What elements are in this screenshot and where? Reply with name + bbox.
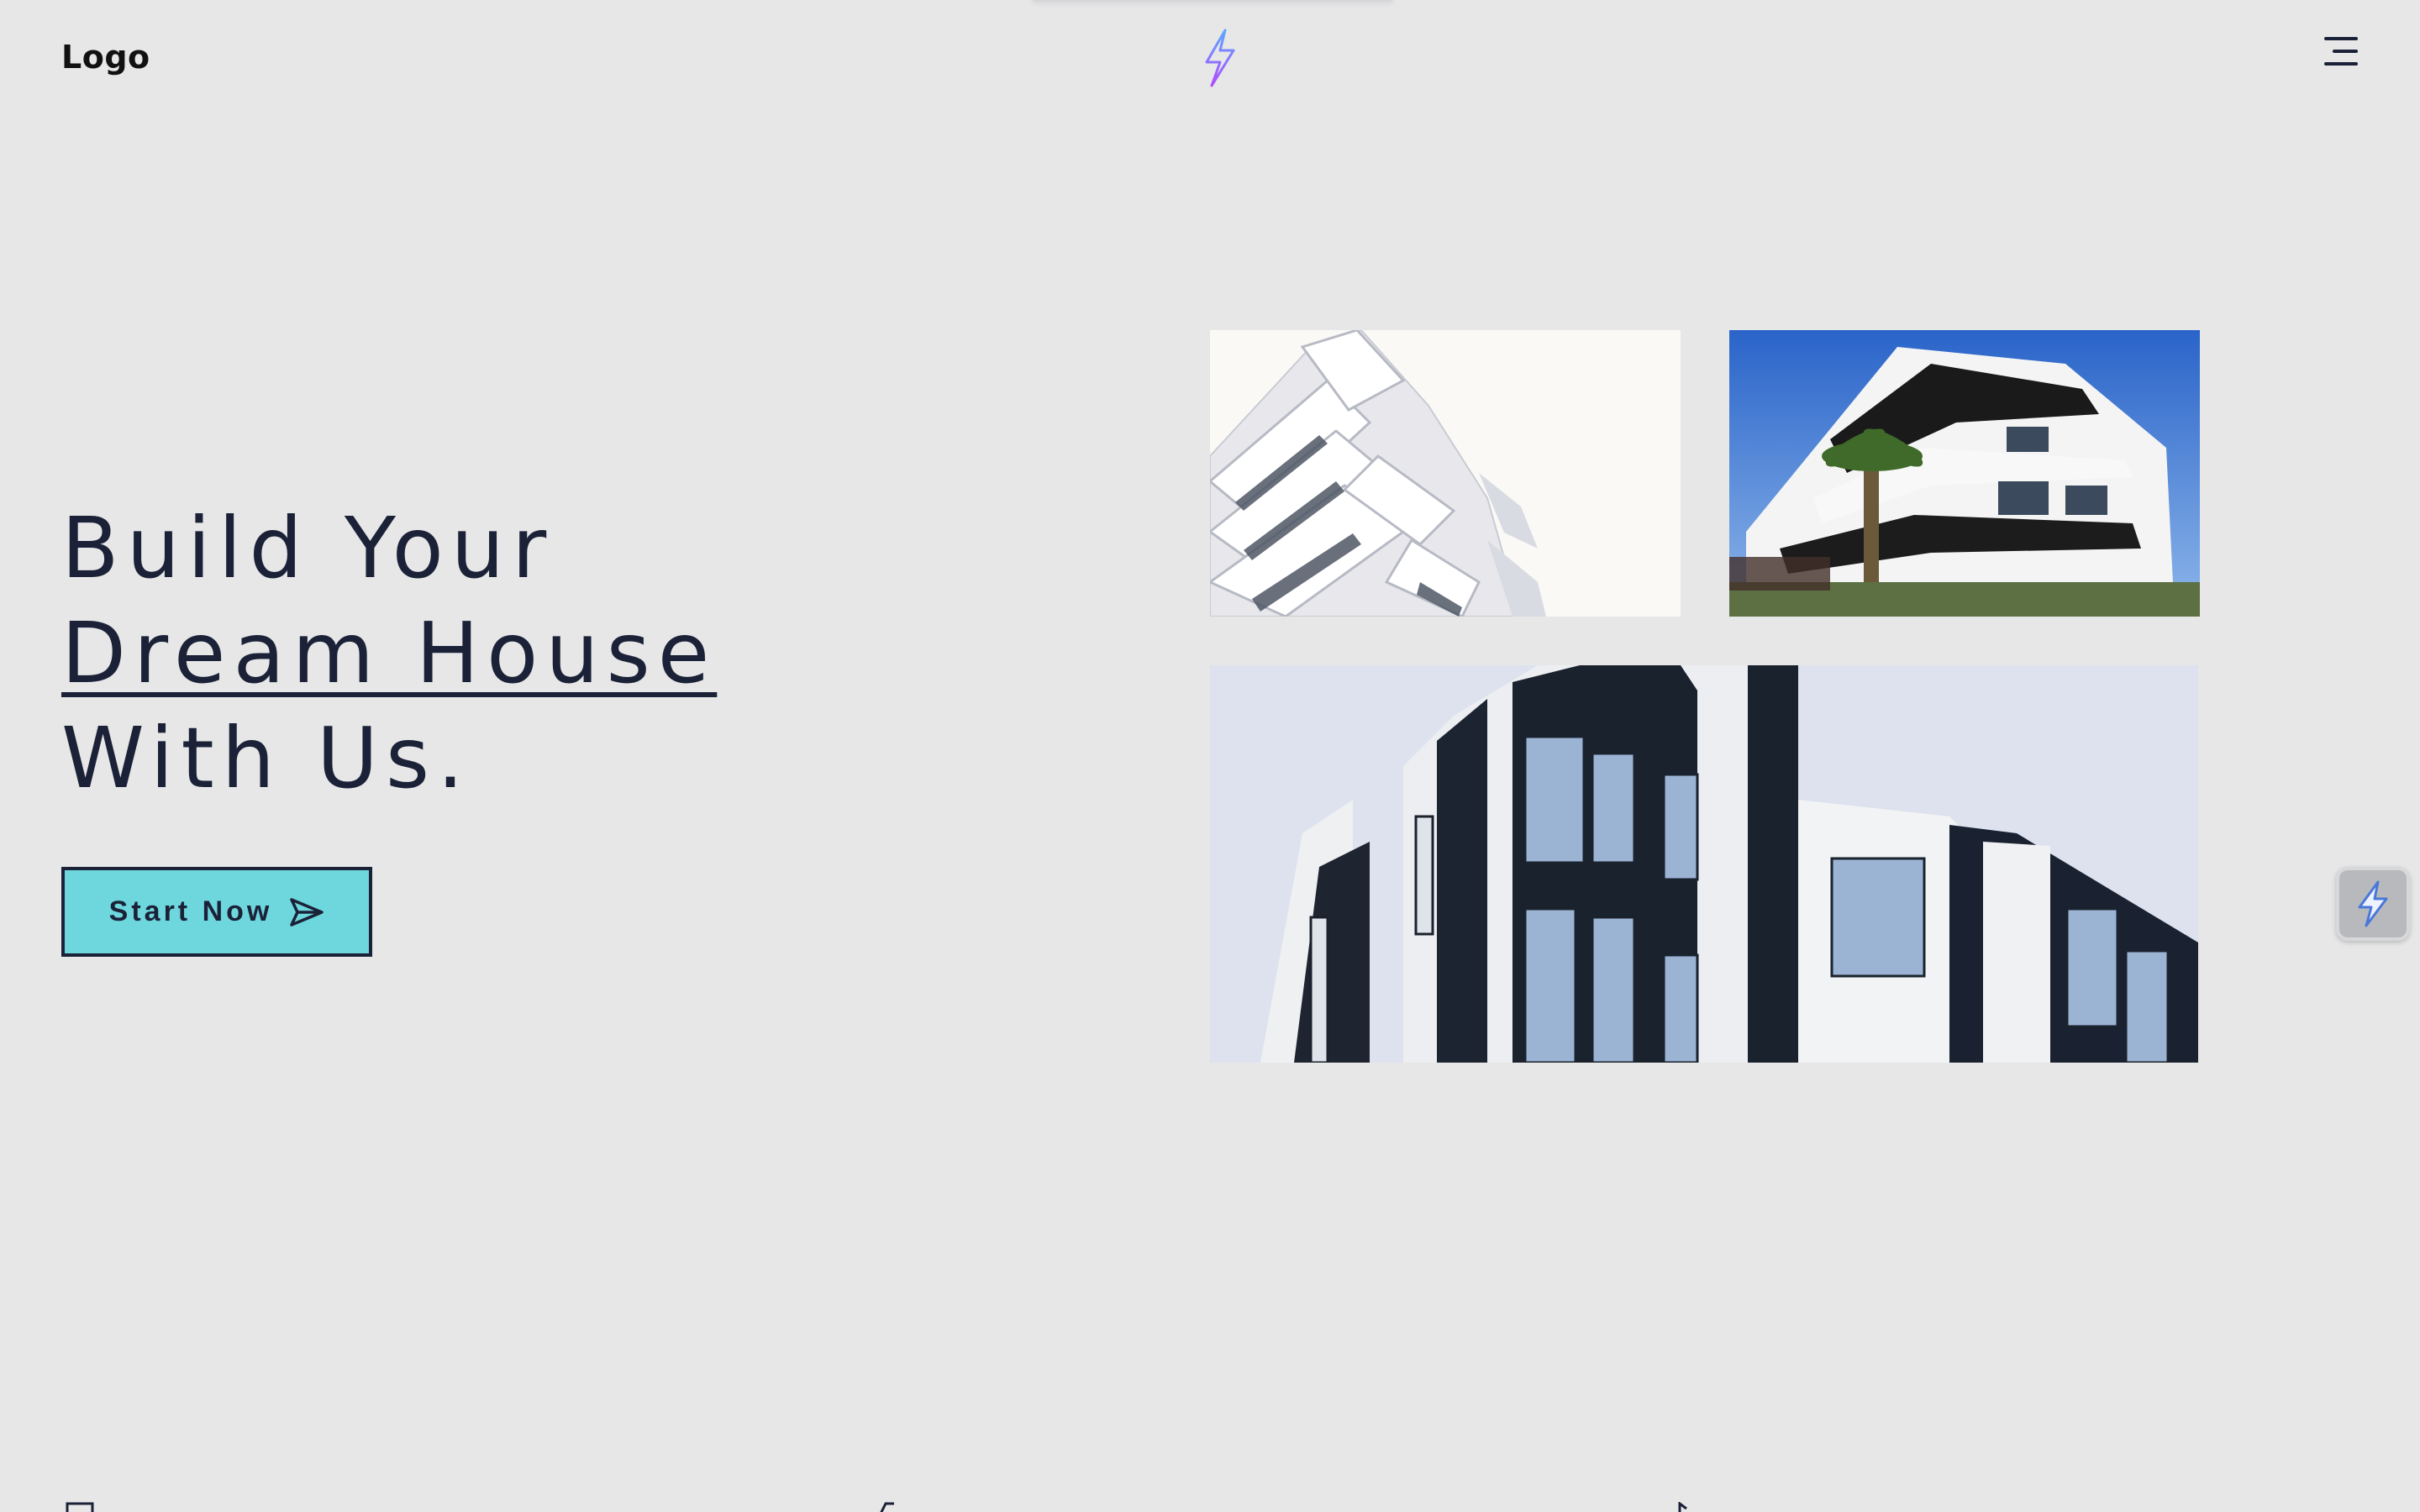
hero-title: Build Your Dream House With Us. <box>61 496 717 811</box>
hamburger-menu-icon[interactable] <box>2321 37 2358 69</box>
hero-title-line-1: Build Your <box>61 499 555 597</box>
start-now-label: Start Now <box>108 895 273 927</box>
gallery-image-white-apartment <box>1729 330 2200 617</box>
send-icon <box>290 897 324 927</box>
partial-icon-1 <box>66 1502 94 1512</box>
hero-title-line-3: With Us. <box>61 709 471 807</box>
partial-icon-2 <box>880 1502 894 1512</box>
floating-bolt-widget[interactable] <box>2336 867 2410 941</box>
gallery-image-white-building <box>1210 330 1681 617</box>
lightning-bolt-icon[interactable] <box>1200 29 1240 87</box>
top-overlay-edge <box>1032 0 1393 2</box>
hero-title-line-2[interactable]: Dream House <box>61 601 717 706</box>
partial-icon-3 <box>1678 1502 1687 1512</box>
start-now-button[interactable]: Start Now <box>61 867 372 957</box>
logo[interactable]: Logo <box>61 39 150 76</box>
bolt-badge-icon <box>2358 880 2388 927</box>
gallery-image-dark-building <box>1210 665 2198 1063</box>
